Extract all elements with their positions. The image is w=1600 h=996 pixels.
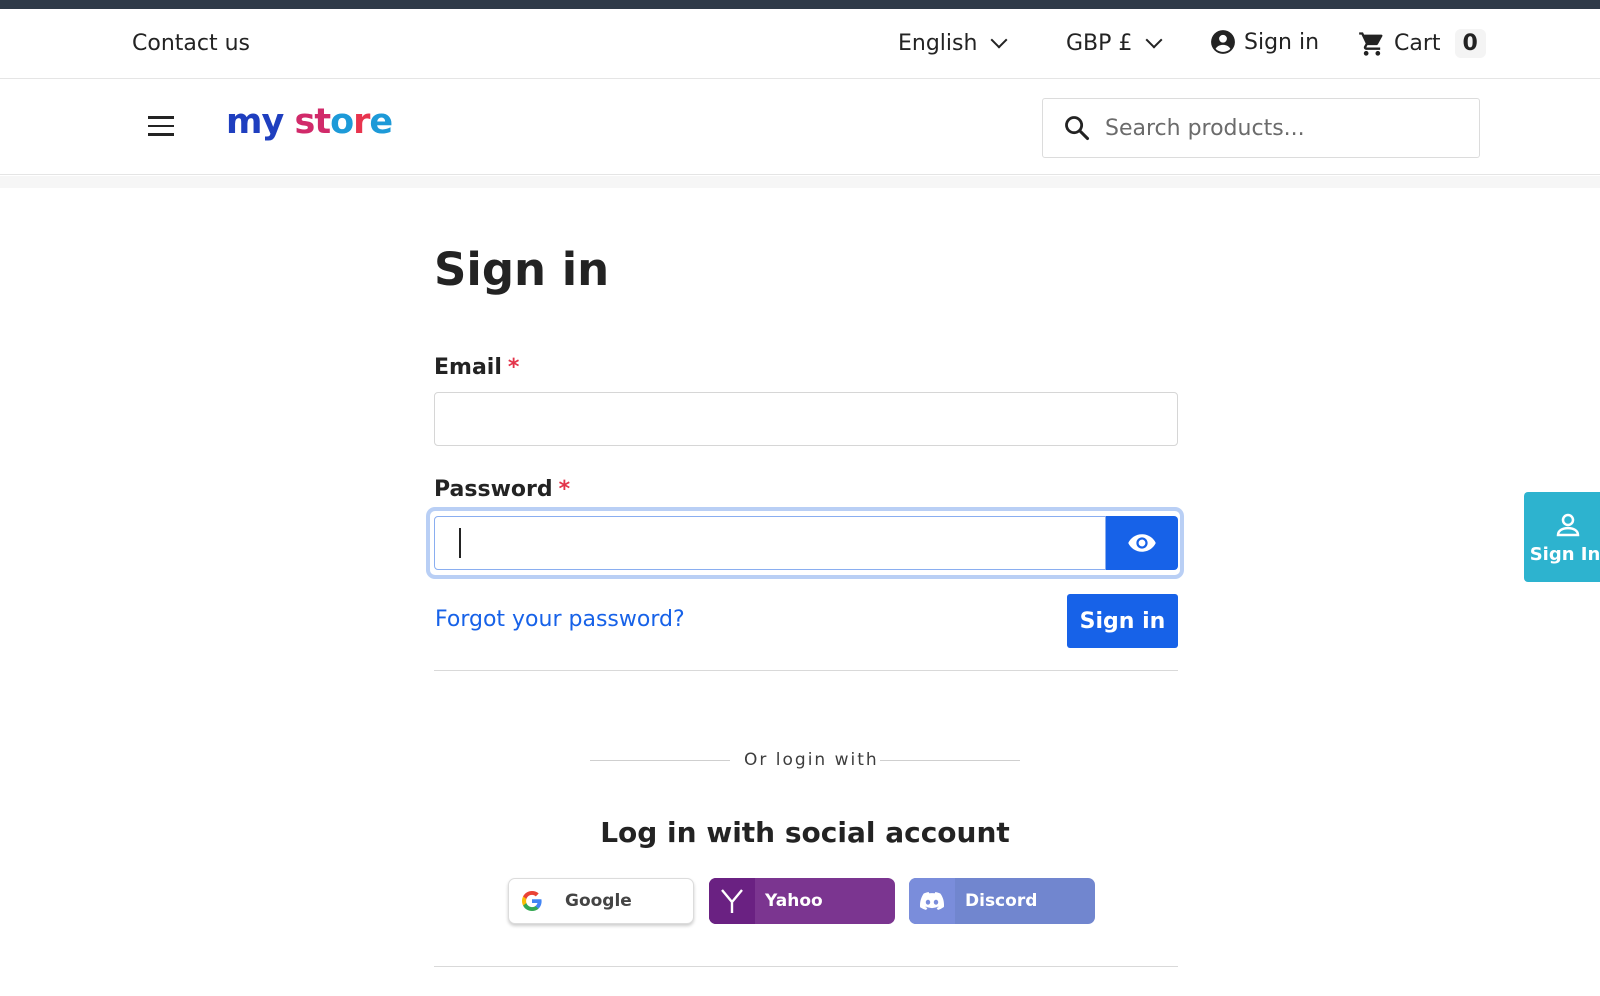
discord-label: Discord xyxy=(965,891,1038,911)
top-strip xyxy=(0,0,1600,9)
forgot-password-link[interactable]: Forgot your password? xyxy=(435,607,685,632)
yahoo-login-button[interactable]: Yahoo xyxy=(709,878,895,924)
search-input[interactable] xyxy=(1105,115,1445,141)
header: my store xyxy=(0,80,1600,175)
currency-selector[interactable]: GBP £ xyxy=(1066,31,1163,56)
google-icon xyxy=(522,891,542,911)
divider-right xyxy=(880,760,1020,761)
eye-icon xyxy=(1128,534,1156,552)
language-selector[interactable]: English xyxy=(898,31,1008,56)
social-login-title: Log in with social account xyxy=(600,816,1010,849)
yahoo-label: Yahoo xyxy=(765,891,823,911)
search-box xyxy=(1042,98,1480,158)
yahoo-icon xyxy=(709,878,755,924)
required-mark: * xyxy=(507,355,520,380)
user-icon xyxy=(1556,513,1580,536)
cart-label: Cart xyxy=(1394,31,1441,56)
google-label: Google xyxy=(565,891,632,911)
chevron-down-icon xyxy=(990,31,1008,48)
password-field[interactable] xyxy=(434,516,1106,570)
text-caret xyxy=(459,528,461,558)
email-label: Email * xyxy=(434,355,520,380)
store-logo[interactable]: my store xyxy=(226,102,393,142)
chevron-down-icon xyxy=(1145,31,1163,48)
cart-icon xyxy=(1359,31,1383,56)
sign-in-button[interactable]: Sign in xyxy=(1067,594,1178,648)
or-login-with: Or login with xyxy=(744,750,879,770)
top-nav: Contact us English GBP £ Sign in Cart 0 xyxy=(0,9,1600,79)
language-label: English xyxy=(898,31,978,56)
cart-count-badge: 0 xyxy=(1454,29,1486,58)
required-mark: * xyxy=(558,477,571,502)
divider xyxy=(434,670,1178,671)
search-icon[interactable] xyxy=(1063,114,1091,142)
show-password-button[interactable] xyxy=(1106,516,1178,570)
menu-icon[interactable] xyxy=(148,116,174,136)
email-field[interactable] xyxy=(434,392,1178,446)
discord-login-button[interactable]: Discord xyxy=(909,878,1095,924)
floating-sign-in-label: Sign In xyxy=(1529,543,1600,565)
header-shadow-band xyxy=(0,176,1600,188)
currency-label: GBP £ xyxy=(1066,31,1133,56)
google-login-button[interactable]: Google xyxy=(508,878,694,924)
page-title: Sign in xyxy=(434,243,610,296)
cart-link[interactable]: Cart 0 xyxy=(1358,29,1486,58)
floating-sign-in-button[interactable]: Sign In xyxy=(1524,492,1600,582)
account-circle-icon xyxy=(1211,30,1235,54)
divider xyxy=(434,966,1178,967)
contact-link[interactable]: Contact us xyxy=(132,31,250,56)
discord-icon xyxy=(920,892,944,910)
divider-left xyxy=(590,760,730,761)
sign-in-link[interactable]: Sign in xyxy=(1210,29,1319,55)
sign-in-label: Sign in xyxy=(1244,29,1320,55)
password-label: Password * xyxy=(434,477,571,502)
